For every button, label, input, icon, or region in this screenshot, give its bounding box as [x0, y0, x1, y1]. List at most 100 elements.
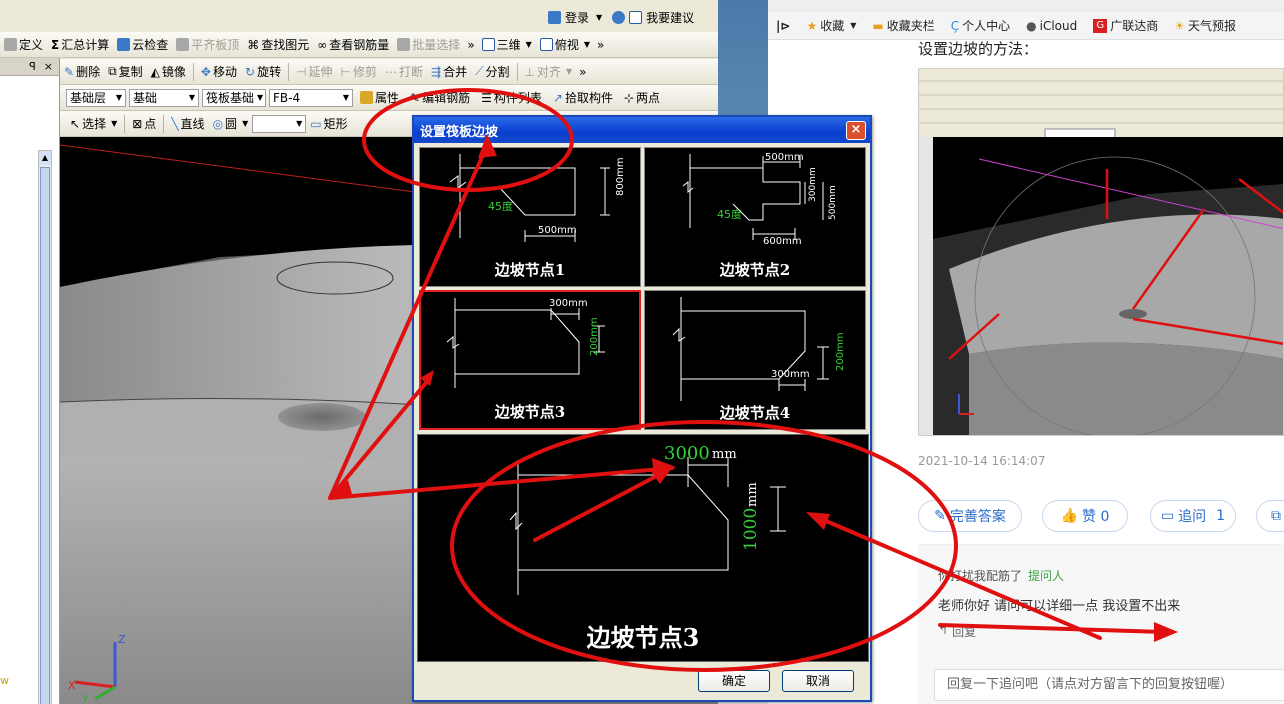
- find-element-button[interactable]: ⌘ 查找图元: [243, 34, 313, 56]
- dialog-close-button[interactable]: ×: [846, 121, 866, 140]
- split-button[interactable]: ⟋ 分割: [471, 61, 513, 83]
- edit-rebar-button[interactable]: ✎ 编辑钢筋: [406, 87, 474, 109]
- sidebar-toggle-icon[interactable]: |⊳: [768, 19, 798, 33]
- extend-icon: ⊣: [296, 64, 307, 79]
- rotate-button[interactable]: ↻ 旋转: [241, 61, 285, 83]
- navigation-panel: ꟼ × ▲ w: [0, 58, 60, 704]
- navigation-panel-header: ꟼ ×: [0, 58, 59, 76]
- eraser-icon: ✎: [64, 64, 75, 79]
- bookmark-glodon[interactable]: G 广联达商: [1085, 17, 1166, 34]
- pick-icon: ↗: [552, 90, 563, 105]
- bookmark-folder-bar[interactable]: ▬ 收藏夹栏: [864, 17, 942, 34]
- login-link[interactable]: 登录: [565, 9, 589, 26]
- toolbar-overflow-chevron[interactable]: »: [464, 38, 477, 52]
- break-button[interactable]: ⋯ 打断: [381, 61, 427, 83]
- slope-node-1-label: 边坡节点1: [494, 261, 566, 279]
- category-select[interactable]: 基础 ▼: [129, 88, 199, 107]
- chat-icon: [629, 10, 643, 24]
- pick-component-button[interactable]: ↗ 拾取构件: [549, 87, 617, 109]
- node2-step-height-label: 300mm: [808, 167, 818, 202]
- trim-icon: ⊢: [340, 64, 351, 79]
- cube-icon: [481, 38, 495, 51]
- bookmark-weather[interactable]: ☀ 天气预报: [1166, 17, 1244, 34]
- answer-screenshot[interactable]: [918, 68, 1284, 436]
- summary-calc-button[interactable]: Σ 汇总计算: [47, 34, 113, 56]
- slope-preview-panel[interactable]: 3000 mm 1000 mm 边坡节点3: [417, 434, 869, 662]
- draw-mode-select[interactable]: ▼: [252, 114, 307, 133]
- delete-button[interactable]: ✎ 删除: [60, 61, 104, 83]
- scroll-up-icon[interactable]: ▲: [39, 151, 51, 165]
- like-button[interactable]: 👍 赞 0: [1042, 500, 1128, 532]
- define-button[interactable]: 定义: [0, 34, 47, 56]
- bookmark-favorites[interactable]: ★ 收藏 ▼: [798, 17, 864, 34]
- user-icon: [548, 10, 561, 24]
- rotate-icon: ↻: [245, 64, 256, 79]
- answer-heading: 设置边坡的方法：: [918, 40, 1039, 58]
- view3d-dropdown[interactable]: 三维 ▼: [478, 34, 536, 56]
- comment-user[interactable]: 你打扰我配筋了: [938, 567, 1022, 584]
- browser-top-strip: [768, 0, 1284, 12]
- cad-top-links: 登录 ▼ 我要建议: [548, 6, 718, 28]
- cloud-check-button[interactable]: 云检查: [113, 34, 172, 56]
- attribute-button[interactable]: 属性: [356, 87, 403, 109]
- ok-button[interactable]: 确定: [698, 670, 770, 692]
- close-icon[interactable]: ×: [44, 60, 53, 73]
- complete-answer-button[interactable]: ✎ 完善答案: [918, 500, 1022, 532]
- mirror-button[interactable]: ◭ 镜像: [147, 61, 190, 83]
- slope-node-1-tile[interactable]: 45度 500mm 800mm 边坡节点1: [419, 147, 641, 287]
- toolbar-overflow-chevron-2[interactable]: »: [594, 38, 607, 52]
- move-icon: ✥: [200, 64, 211, 79]
- copy-button[interactable]: ⧉ 复制: [104, 61, 147, 83]
- bookmark-personal-center[interactable]: Ç 个人中心: [943, 17, 1018, 34]
- sigma-icon: Σ: [51, 37, 60, 52]
- select-tool[interactable]: ↖ 选择 ▼: [66, 113, 121, 135]
- rect-tool[interactable]: ▭ 矩形: [306, 113, 351, 135]
- circle-icon: ◎: [212, 116, 224, 131]
- preview-width-value[interactable]: 3000: [664, 443, 710, 464]
- slope-node-2-tile[interactable]: 500mm 45度 600mm 300mm 500mm 边坡节点2: [644, 147, 866, 287]
- c-logo-icon: Ç: [950, 18, 960, 33]
- topview-dropdown[interactable]: 俯视 ▼: [536, 34, 594, 56]
- align-button[interactable]: ⊥ 对齐 ▼: [521, 61, 577, 83]
- comment-reply-link[interactable]: ↰ 回复: [938, 623, 976, 640]
- pin-icon[interactable]: ꟼ: [29, 60, 36, 73]
- cursor-icon: ↖: [70, 116, 81, 131]
- two-points-button[interactable]: ⊹ 两点: [620, 87, 664, 109]
- component-type-select[interactable]: 筏板基础 ▼: [202, 88, 266, 107]
- merge-button[interactable]: ⇶ 合并: [427, 61, 471, 83]
- more-action-button[interactable]: ⧉: [1256, 500, 1284, 532]
- line-tool[interactable]: ╲ 直线: [167, 113, 208, 135]
- component-list-button[interactable]: ☰ 构件列表: [477, 87, 546, 109]
- node2-step-width-label: 500mm: [765, 152, 804, 163]
- preview-height-value[interactable]: 1000: [741, 508, 761, 551]
- answer-content: 设置边坡的方法： 2021-10-14 16:14:07 ✎ 完善答案 👍 赞 …: [918, 36, 1284, 704]
- slope-node-3-tile[interactable]: 300mm 200mm 边坡节点3: [419, 290, 641, 430]
- slope-node-4-tile[interactable]: 300mm 200mm 边坡节点4: [644, 290, 866, 430]
- node2-total-height-label: 500mm: [828, 185, 838, 220]
- node3-width-label: 300mm: [549, 298, 588, 309]
- trim-button[interactable]: ⊢ 修剪: [337, 61, 381, 83]
- follow-up-button[interactable]: ▭ 追问 1: [1150, 500, 1236, 532]
- slope-node-2-label: 边坡节点2: [719, 261, 791, 279]
- edit-icon: ✎: [934, 508, 946, 524]
- layer-select[interactable]: 基础层 ▼: [66, 88, 126, 107]
- slope-node-3-label: 边坡节点3: [494, 403, 566, 421]
- bookmark-icloud[interactable]: ● iCloud: [1018, 19, 1085, 33]
- star-icon: ★: [806, 18, 818, 33]
- navigation-scrollbar[interactable]: ▲: [38, 150, 52, 704]
- point-tool[interactable]: ⊠ 点: [128, 113, 160, 135]
- edit-toolbar-overflow-chevron[interactable]: »: [576, 65, 589, 79]
- extend-button[interactable]: ⊣ 延伸: [292, 61, 336, 83]
- cancel-button[interactable]: 取消: [782, 670, 854, 692]
- view-rebar-button[interactable]: ∞ 查看钢筋量: [313, 34, 393, 56]
- suggest-link[interactable]: 我要建议: [646, 9, 694, 26]
- comment-role-badge: 提问人: [1028, 569, 1065, 583]
- align-slab-top-button[interactable]: 平齐板顶: [172, 34, 243, 56]
- scroll-thumb[interactable]: [40, 167, 50, 704]
- rect-icon: ▭: [310, 116, 322, 131]
- circle-tool[interactable]: ◎ 圆 ▼: [209, 113, 253, 135]
- component-select[interactable]: FB-4 ▼: [269, 88, 353, 107]
- reply-input[interactable]: 回复一下追问吧（请点对方留言下的回复按钮喔）: [934, 669, 1284, 701]
- move-button[interactable]: ✥ 移动: [197, 61, 241, 83]
- batch-select-button[interactable]: 批量选择: [393, 34, 464, 56]
